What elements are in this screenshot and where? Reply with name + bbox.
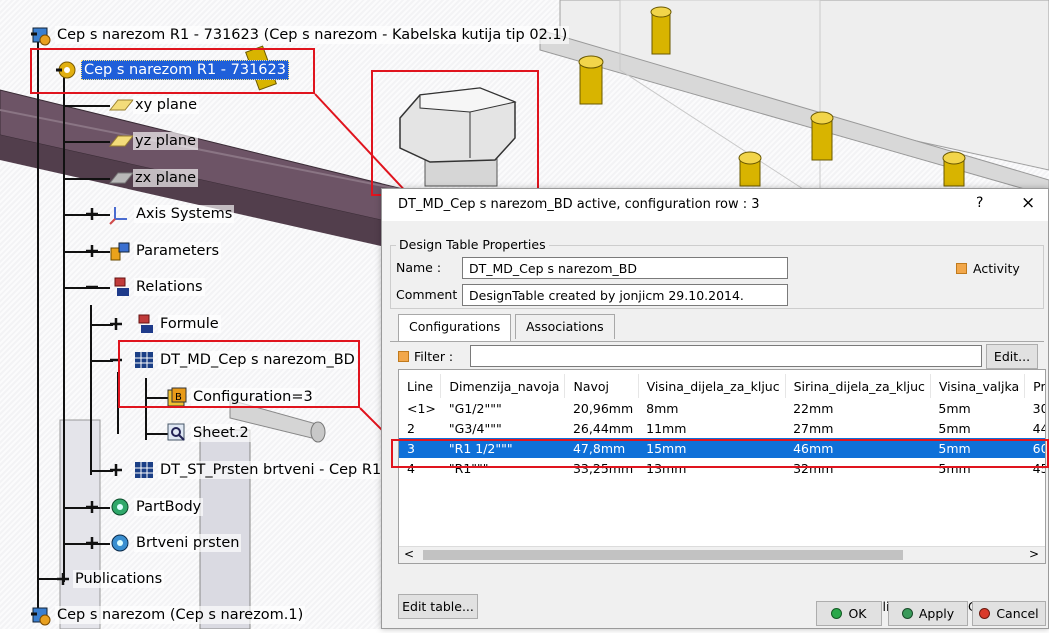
ok-button[interactable]: OK (816, 601, 882, 626)
column-header[interactable]: Line (399, 374, 442, 398)
filter-label: Filter : (414, 349, 454, 364)
scroll-left-arrow-icon[interactable]: < (404, 547, 414, 561)
table-cell: 20,96mm (572, 400, 634, 416)
cancel-label: Cancel (996, 606, 1039, 621)
name-label: Name : (396, 260, 442, 275)
close-button[interactable]: × (1021, 193, 1035, 213)
table-cell: 2 (407, 420, 415, 436)
callout-box-selected-row (391, 439, 1049, 468)
table-cell: <1> (407, 400, 436, 416)
comment-field[interactable]: DesignTable created by jonjicm 29.10.201… (462, 284, 788, 306)
activity-checkbox[interactable]: Activity (956, 261, 1020, 276)
table-cell: 11mm (646, 420, 687, 436)
edit-table-button[interactable]: Edit table... (398, 594, 478, 619)
apply-label: Apply (918, 606, 955, 621)
table-cell: 44mm (1032, 420, 1045, 436)
table-cell: 5mm (938, 400, 971, 416)
design-table-dialog: DT_MD_Cep s narezom_BD active, configura… (381, 188, 1049, 629)
apply-icon (901, 608, 913, 619)
edit-button[interactable]: Edit... (986, 344, 1038, 369)
checkbox-checked-icon (956, 263, 967, 274)
table-cell: 8mm (646, 400, 679, 416)
cancel-button[interactable]: Cancel (972, 601, 1046, 626)
comment-label: Comment : (396, 287, 466, 302)
scrollbar-thumb[interactable] (423, 550, 903, 560)
table-cell: 26,44mm (572, 420, 634, 436)
table-cell: 5mm (938, 420, 971, 436)
table-cell: "G1/2""" (448, 400, 502, 416)
column-header[interactable]: Sirina_dijela_za_kljuc (785, 374, 931, 398)
column-header[interactable]: Promj (1024, 374, 1045, 398)
table-row[interactable]: 2 "G3/4""" 26,44mm 11mm 27mm 5mm 44mm (399, 418, 1045, 438)
table-row[interactable]: <1> "G1/2""" 20,96mm 8mm 22mm 5mm 30mm (399, 398, 1045, 418)
group-label: Design Table Properties (396, 237, 549, 252)
table-cell: 22mm (793, 400, 834, 416)
table-cell: "G3/4""" (448, 420, 502, 436)
filter-checkbox[interactable]: Filter : (398, 349, 453, 364)
name-field[interactable]: DT_MD_Cep s narezom_BD (462, 257, 788, 279)
column-header[interactable]: Visina_dijela_za_kljuc (638, 374, 786, 398)
tab-divider (390, 341, 1044, 342)
table-cell: 30mm (1032, 400, 1045, 416)
apply-button[interactable]: Apply (888, 601, 968, 626)
tab-configurations[interactable]: Configurations (398, 314, 512, 341)
ok-label: OK (848, 606, 867, 621)
column-header[interactable]: Visina_valjka (930, 374, 1026, 398)
table-cell: 27mm (793, 420, 834, 436)
tab-associations[interactable]: Associations (515, 314, 615, 339)
cancel-icon (979, 608, 991, 619)
checkbox-checked-icon (398, 351, 409, 362)
horizontal-scrollbar[interactable]: < > (399, 546, 1045, 563)
dialog-titlebar[interactable]: DT_MD_Cep s narezom_BD active, configura… (382, 189, 1048, 221)
column-header[interactable]: Dimenzija_navoja (440, 374, 566, 398)
scroll-right-arrow-icon[interactable]: > (1029, 547, 1039, 561)
activity-label: Activity (973, 261, 1020, 276)
filter-input[interactable] (470, 345, 982, 367)
table-header: Line Dimenzija_navoja Navoj Visina_dijel… (399, 374, 1045, 398)
dialog-title: DT_MD_Cep s narezom_BD active, configura… (398, 197, 760, 212)
help-button[interactable]: ? (976, 195, 983, 211)
ok-icon (831, 608, 843, 619)
column-header[interactable]: Navoj (564, 374, 639, 398)
